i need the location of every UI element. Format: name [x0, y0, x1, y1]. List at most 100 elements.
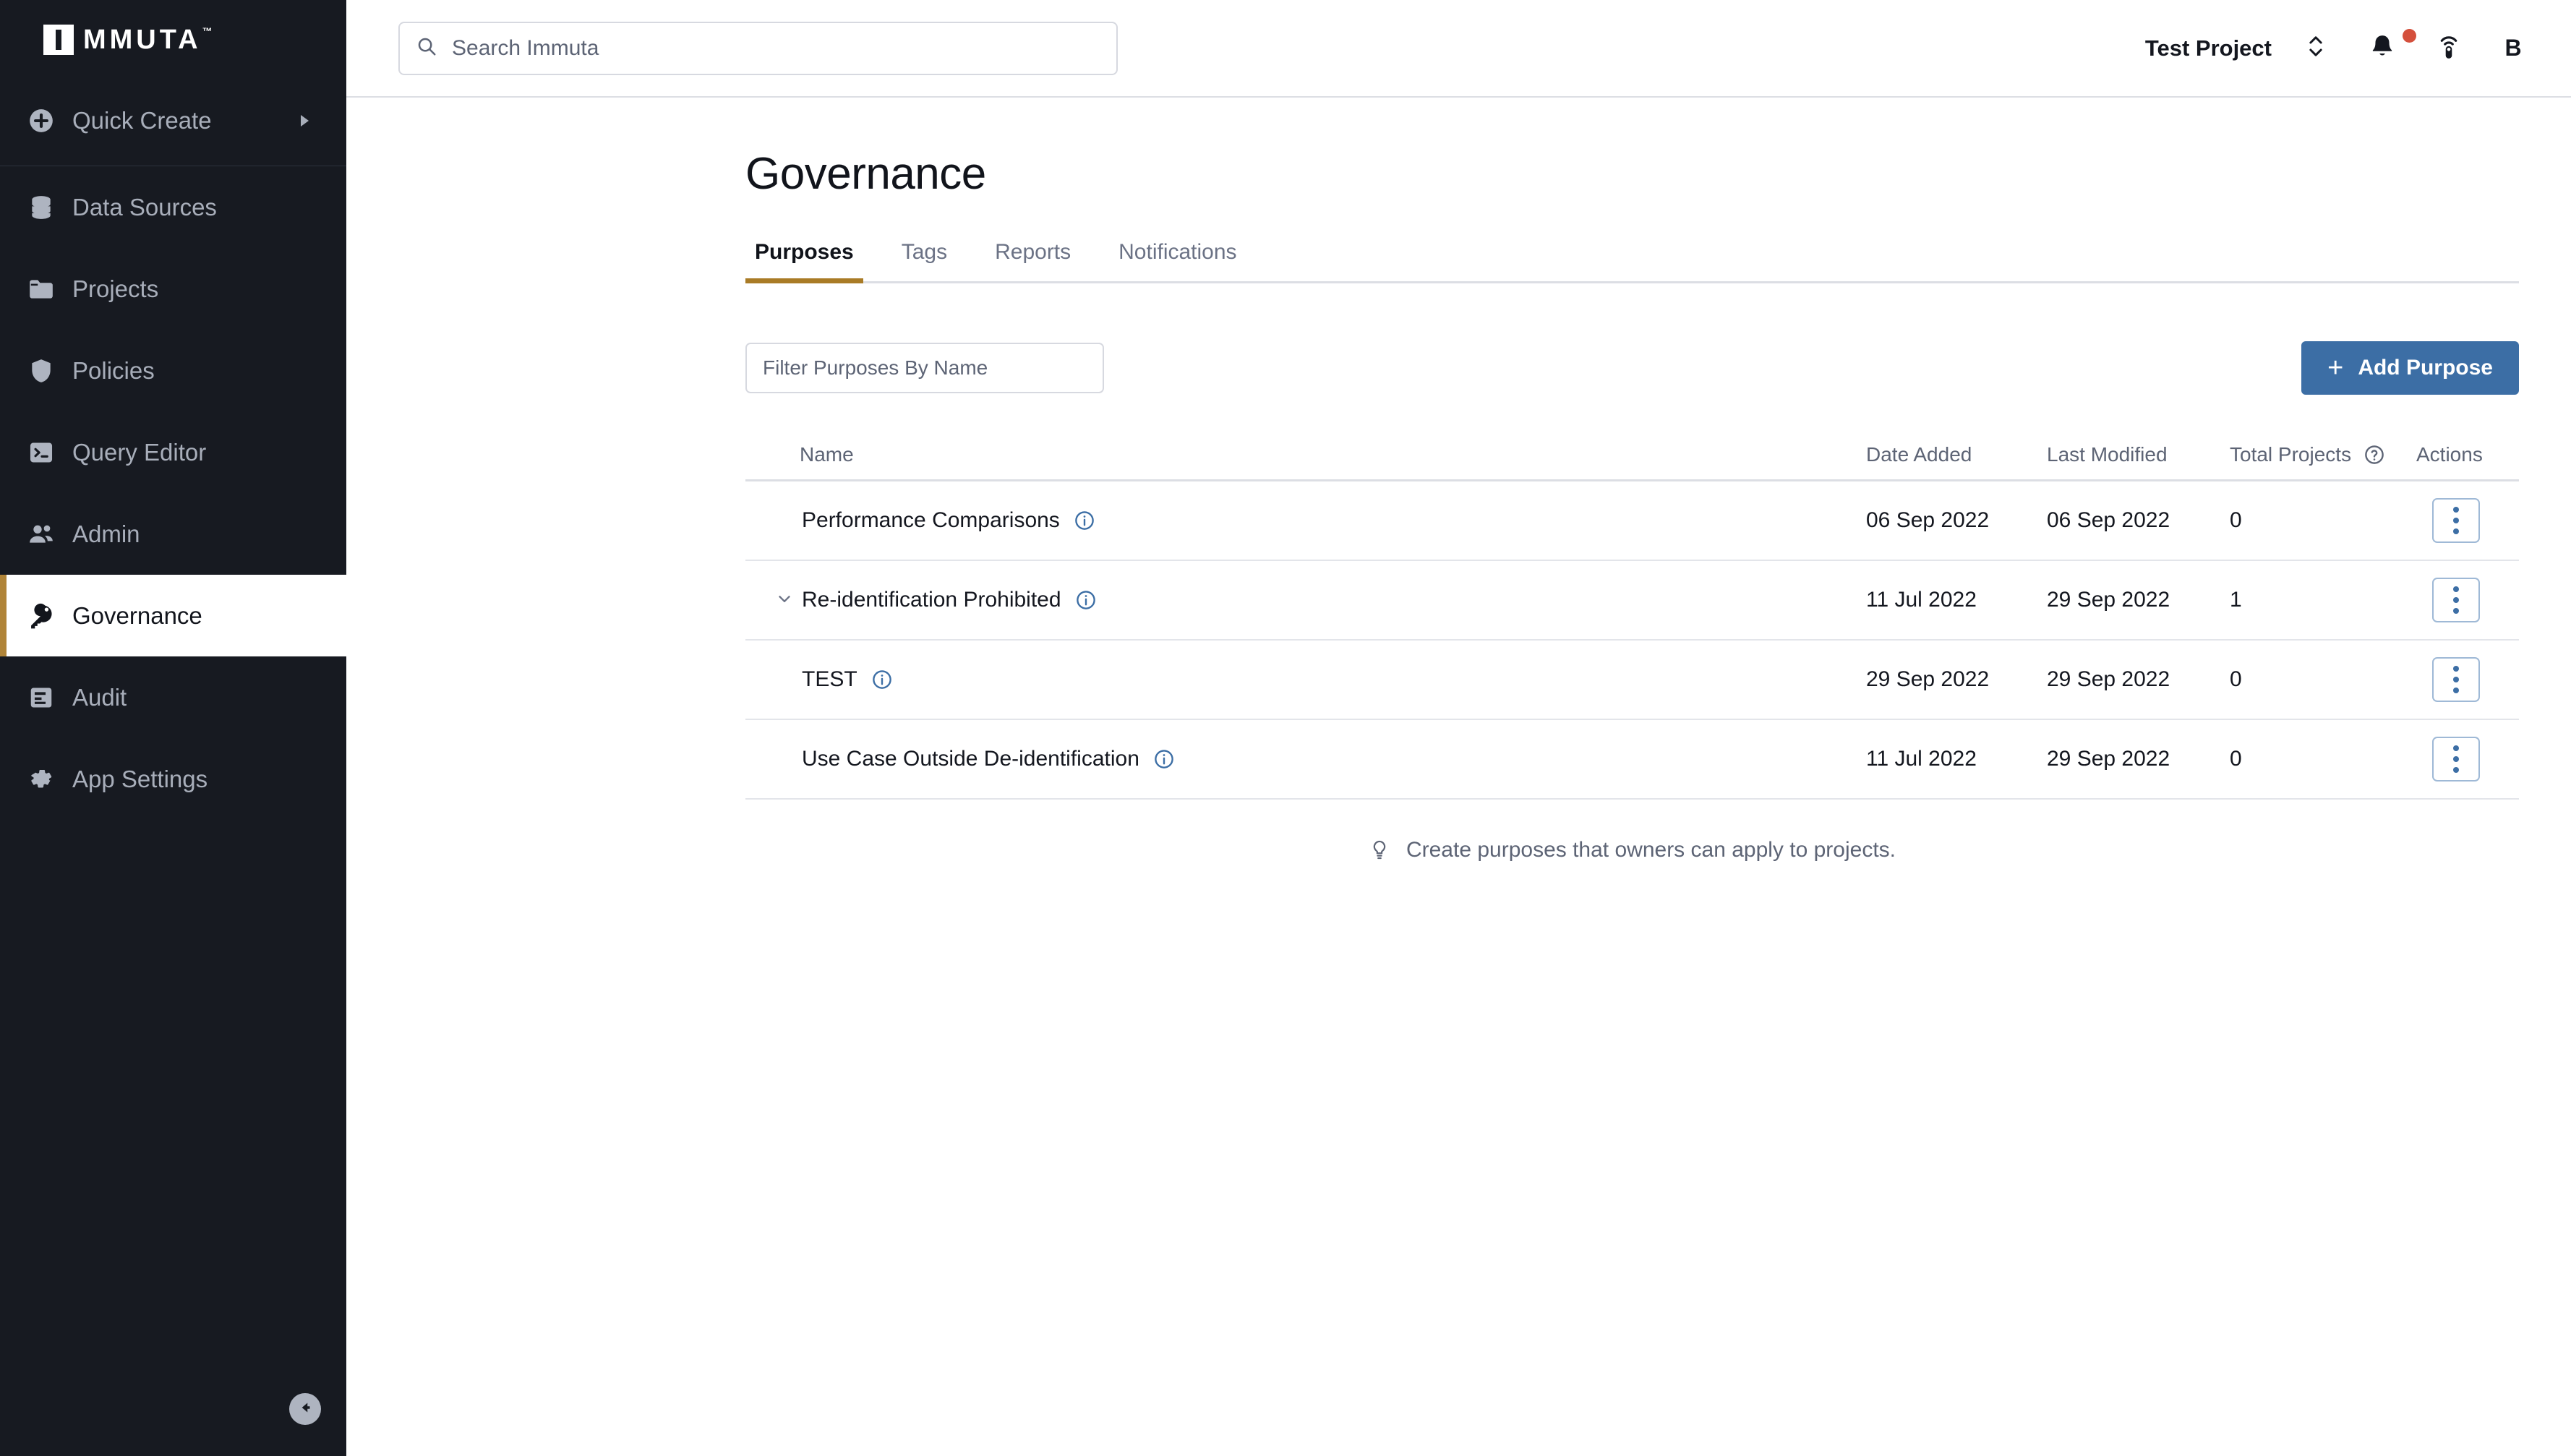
- sidebar-item-label: Admin: [72, 520, 140, 547]
- broadcast-icon: [2436, 32, 2462, 64]
- column-header-total-projects-label: Total Projects: [2230, 442, 2352, 466]
- tab-reports[interactable]: Reports: [985, 240, 1080, 281]
- plus-icon: +: [2327, 353, 2344, 383]
- kebab-menu-icon[interactable]: [2431, 498, 2480, 543]
- sidebar-item-governance[interactable]: Governance: [0, 575, 346, 656]
- terminal-icon: [19, 439, 64, 466]
- logo-text: MMUTA: [83, 25, 202, 55]
- cell-date-added: 11 Jul 2022: [1866, 747, 1977, 771]
- sidebar-collapse-button[interactable]: [289, 1393, 321, 1425]
- trademark-symbol: ™: [202, 25, 213, 37]
- project-switcher-button[interactable]: [2293, 26, 2338, 71]
- sidebar-item-label: Quick Create: [72, 106, 212, 134]
- column-header-total-projects: Total Projects: [2230, 443, 2392, 466]
- cell-last-modified: 29 Sep 2022: [2047, 747, 2170, 771]
- kebab-menu-icon[interactable]: [2431, 737, 2480, 781]
- sidebar-item-projects[interactable]: Projects: [0, 248, 346, 330]
- search-input[interactable]: Search Immuta: [398, 21, 1118, 75]
- sidebar-item-admin[interactable]: Admin: [0, 493, 346, 575]
- chevron-up-down-icon: [2306, 32, 2325, 64]
- project-selector-label[interactable]: Test Project: [2145, 35, 2272, 61]
- cell-last-modified: 29 Sep 2022: [2047, 667, 2170, 691]
- sidebar-item-label: App Settings: [72, 765, 208, 792]
- sidebar-item-label: Projects: [72, 275, 159, 302]
- info-circle-icon[interactable]: [1075, 589, 1097, 611]
- add-purpose-button[interactable]: + Add Purpose: [2301, 341, 2519, 395]
- sidebar-item-policies[interactable]: Policies: [0, 330, 346, 411]
- purposes-toolbar: Filter Purposes By Name + Add Purpose: [745, 341, 2519, 395]
- cell-name: TEST: [745, 667, 1866, 692]
- cell-date-added: 11 Jul 2022: [1866, 588, 1977, 612]
- page-title: Governance: [745, 149, 986, 199]
- cell-name: Use Case Outside De-identification: [745, 747, 1866, 771]
- kebab-menu-icon[interactable]: [2431, 657, 2480, 702]
- bell-icon: [2369, 33, 2396, 64]
- cell-last-modified: 29 Sep 2022: [2047, 588, 2170, 612]
- sidebar-item-label: Query Editor: [72, 438, 207, 466]
- cell-total-projects: 0: [2230, 667, 2242, 691]
- page-tabs: Purposes Tags Reports Notifications: [745, 240, 2519, 283]
- cell-date-added: 29 Sep 2022: [1866, 667, 1990, 691]
- purpose-name: TEST: [802, 667, 857, 691]
- cell-date-added: 06 Sep 2022: [1866, 508, 1990, 532]
- sidebar-item-label: Data Sources: [72, 193, 217, 220]
- search-placeholder: Search Immuta: [452, 35, 599, 60]
- kebab-menu-icon[interactable]: [2431, 578, 2480, 622]
- cell-name: Performance Comparisons: [745, 508, 1866, 533]
- cell-actions: [2392, 498, 2519, 543]
- column-header-actions: Actions: [2416, 442, 2483, 466]
- notifications-button[interactable]: [2360, 26, 2416, 71]
- avatar[interactable]: B: [2493, 35, 2533, 61]
- tab-purposes[interactable]: Purposes: [745, 240, 863, 283]
- cell-name: Re-identification Prohibited: [745, 588, 1866, 612]
- info-circle-icon[interactable]: [1074, 510, 1095, 531]
- notification-unread-dot: [2403, 28, 2416, 43]
- immuta-logo-mark-icon: [43, 25, 74, 55]
- sidebar-item-audit[interactable]: Audit: [0, 656, 346, 738]
- app-root: MMUTA ™ Quick Create Data Sources Projec…: [0, 0, 2571, 1456]
- purpose-name: Performance Comparisons: [802, 508, 1060, 532]
- folder-icon: [19, 275, 64, 303]
- filter-placeholder: Filter Purposes By Name: [763, 356, 988, 379]
- sidebar-item-data-sources[interactable]: Data Sources: [0, 166, 346, 248]
- app-logo[interactable]: MMUTA ™: [0, 0, 346, 80]
- column-header-date-added: Date Added: [1866, 442, 1972, 466]
- search-icon: [416, 35, 437, 61]
- purposes-table: Name Date Added Last Modified Total Proj…: [745, 429, 2519, 800]
- broadcast-button[interactable]: [2426, 26, 2471, 71]
- chevron-right-icon: [301, 114, 309, 127]
- row-expander-button[interactable]: [767, 589, 802, 612]
- cell-total-projects: 0: [2230, 508, 2242, 532]
- sidebar-item-quick-create[interactable]: Quick Create: [0, 80, 346, 161]
- sidebar-item-label: Audit: [72, 683, 127, 711]
- sidebar: MMUTA ™ Quick Create Data Sources Projec…: [0, 0, 346, 1456]
- question-circle-icon[interactable]: [2363, 444, 2385, 466]
- purpose-name: Re-identification Prohibited: [802, 588, 1061, 612]
- info-circle-icon[interactable]: [1153, 748, 1175, 770]
- sidebar-item-query-editor[interactable]: Query Editor: [0, 411, 346, 493]
- sidebar-item-label: Policies: [72, 356, 155, 384]
- gear-icon: [19, 766, 64, 793]
- table-row[interactable]: TEST 29 Sep 2022 29 Sep 2022 0: [745, 641, 2519, 720]
- table-row[interactable]: Performance Comparisons 06 Sep 2022 06 S…: [745, 481, 2519, 561]
- filter-purposes-input[interactable]: Filter Purposes By Name: [745, 343, 1104, 393]
- table-row[interactable]: Re-identification Prohibited 11 Jul 2022…: [745, 561, 2519, 641]
- database-icon: [19, 194, 64, 221]
- cell-actions: [2392, 737, 2519, 781]
- cell-total-projects: 1: [2230, 588, 2242, 612]
- column-header-last-modified: Last Modified: [2047, 442, 2168, 466]
- chevron-down-icon: [775, 589, 794, 612]
- main-area: Search Immuta Test Project B Governance …: [346, 0, 2571, 1456]
- sidebar-nav: Quick Create Data Sources Projects Polic…: [0, 80, 346, 820]
- add-purpose-label: Add Purpose: [2358, 356, 2493, 380]
- column-header-name: Name: [800, 442, 854, 466]
- table-row[interactable]: Use Case Outside De-identification 11 Ju…: [745, 720, 2519, 800]
- top-bar: Search Immuta Test Project B: [346, 0, 2571, 98]
- list-box-icon: [19, 684, 64, 711]
- tab-notifications[interactable]: Notifications: [1109, 240, 1246, 281]
- info-circle-icon[interactable]: [871, 669, 893, 690]
- tab-tags[interactable]: Tags: [892, 240, 957, 281]
- plus-circle-icon: [19, 107, 64, 134]
- arrow-left-circle-icon: [296, 1398, 315, 1421]
- sidebar-item-app-settings[interactable]: App Settings: [0, 738, 346, 820]
